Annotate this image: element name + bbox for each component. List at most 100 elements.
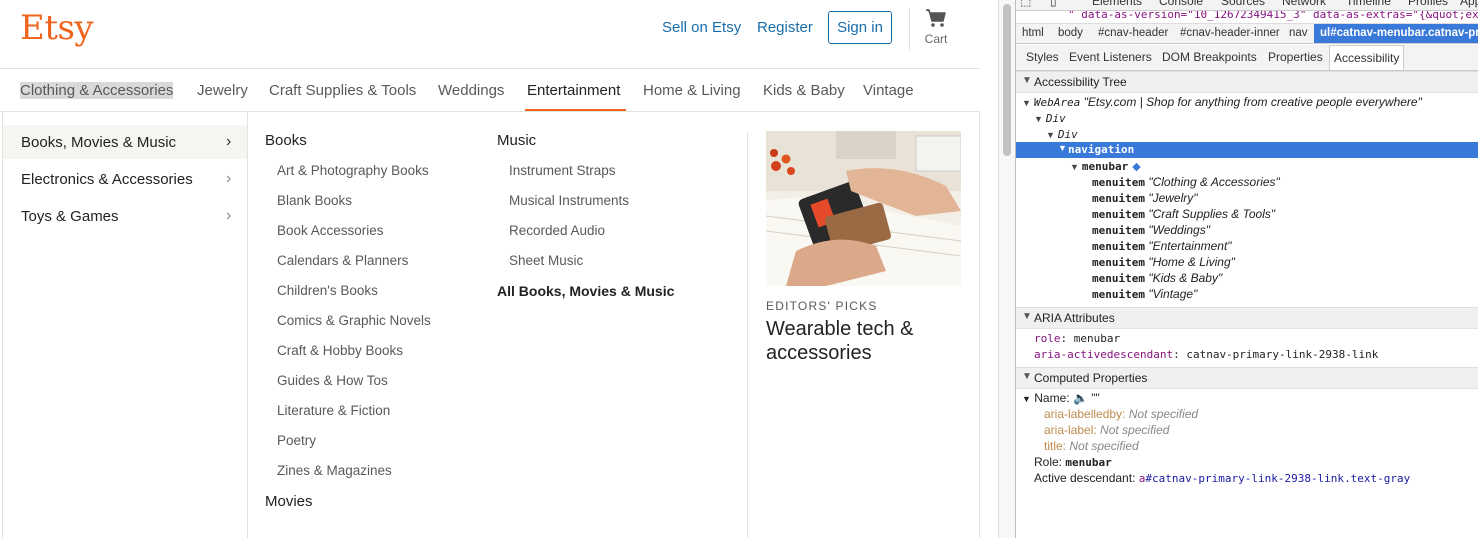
category-dropdown: Books, Movies & Music › Electronics & Ac… (2, 112, 980, 538)
computed-label-row: aria-label: Not specified (1044, 423, 1169, 437)
node-name: "Etsy.com | Shop for anything from creat… (1083, 95, 1422, 109)
subcat-electronics[interactable]: Electronics & Accessories › (3, 162, 247, 196)
music-link[interactable]: Instrument Straps (509, 163, 616, 178)
breadcrumb-cnav-header[interactable]: #cnav-header (1098, 27, 1168, 39)
music-link[interactable]: Musical Instruments (509, 193, 629, 208)
prop-value: menubar (1065, 456, 1112, 469)
cat-entertainment[interactable]: Entertainment (527, 82, 620, 99)
aria-key: aria-activedescendant (1034, 348, 1174, 361)
music-heading[interactable]: Music (497, 132, 536, 149)
music-link[interactable]: Recorded Audio (509, 223, 605, 238)
books-link[interactable]: Poetry (277, 433, 316, 448)
subtab-properties[interactable]: Properties (1268, 50, 1323, 64)
books-link[interactable]: Children's Books (277, 283, 378, 298)
tab-application[interactable]: App (1460, 0, 1478, 8)
etsy-logo[interactable]: Etsy (20, 8, 94, 48)
breadcrumb-cnav-header-inner[interactable]: #cnav-header-inner (1180, 27, 1280, 39)
subcat-books-movies-music[interactable]: Books, Movies & Music › (3, 125, 247, 159)
tree-node-menubar[interactable]: ▼ menubar ◆ (1070, 159, 1141, 173)
computed-name-row[interactable]: ▼ Name: 🔈 "" (1022, 391, 1100, 405)
node-role: Div (1057, 128, 1078, 141)
tab-console[interactable]: Console (1159, 0, 1203, 8)
cat-kids-baby[interactable]: Kids & Baby (763, 82, 845, 99)
device-icon[interactable]: ▯ (1050, 0, 1057, 8)
cat-home-living[interactable]: Home & Living (643, 82, 741, 99)
subcat-toys-games[interactable]: Toys & Games › (3, 199, 247, 233)
sell-on-etsy-link[interactable]: Sell on Etsy (662, 19, 741, 36)
breadcrumb-selected-ul[interactable]: ul#catnav-menubar.catnav-prim (1314, 24, 1478, 43)
prop-key: title: (1044, 439, 1067, 453)
tree-node-menuitem[interactable]: menuitem "Clothing & Accessories" (1092, 175, 1280, 189)
books-link[interactable]: Literature & Fiction (277, 403, 390, 418)
cat-weddings[interactable]: Weddings (438, 82, 504, 99)
cat-jewelry[interactable]: Jewelry (197, 82, 248, 99)
music-link[interactable]: Sheet Music (509, 253, 583, 268)
subtab-dom-breakpoints[interactable]: DOM Breakpoints (1162, 50, 1257, 64)
site-header: Etsy Sell on Etsy Register Sign in Cart (0, 0, 980, 69)
prop-value: Not specified (1128, 407, 1199, 421)
breadcrumb-body[interactable]: body (1058, 27, 1083, 39)
triangle-down-icon: ▼ (1022, 394, 1031, 404)
editors-pick-image[interactable] (766, 131, 961, 286)
books-link[interactable]: Calendars & Planners (277, 253, 408, 268)
breadcrumb-nav[interactable]: nav (1289, 27, 1308, 39)
books-heading[interactable]: Books (265, 132, 307, 149)
cat-vintage[interactable]: Vintage (863, 82, 914, 99)
subcategory-list: Books, Movies & Music › Electronics & Ac… (3, 112, 248, 538)
prop-key: aria-label: (1044, 423, 1097, 437)
tab-network[interactable]: Network (1282, 0, 1326, 8)
page-scrollbar[interactable] (998, 0, 1015, 538)
tree-node-webarea[interactable]: ▼ WebArea "Etsy.com | Shop for anything f… (1022, 95, 1422, 109)
all-books-movies-music-link[interactable]: All Books, Movies & Music (497, 283, 674, 299)
subtab-accessibility[interactable]: Accessibility (1329, 45, 1405, 70)
tree-node-div[interactable]: ▼ Div (1046, 127, 1078, 141)
node-name: "Entertainment" (1148, 239, 1232, 253)
computed-role-row: Role: menubar (1034, 455, 1112, 469)
sign-in-button[interactable]: Sign in (828, 11, 892, 44)
cat-craft-supplies[interactable]: Craft Supplies & Tools (269, 82, 416, 99)
prop-value: "" (1091, 391, 1100, 405)
tree-node-menuitem[interactable]: menuitem "Kids & Baby" (1092, 271, 1222, 285)
tree-node-navigation-selected[interactable]: ▼ navigation (1016, 142, 1478, 158)
books-link[interactable]: Art & Photography Books (277, 163, 429, 178)
tree-node-menuitem[interactable]: menuitem "Vintage" (1092, 287, 1197, 301)
books-link[interactable]: Comics & Graphic Novels (277, 313, 431, 328)
editors-picks-title[interactable]: Wearable tech & accessories (766, 317, 956, 365)
breadcrumb-html[interactable]: html (1022, 27, 1044, 39)
cart-button[interactable]: Cart (916, 8, 956, 46)
computed-properties-header[interactable]: ▼ Computed Properties (1016, 367, 1478, 389)
tree-node-menuitem[interactable]: menuitem "Weddings" (1092, 223, 1210, 237)
aria-activedescendant-row[interactable]: aria-activedescendant: catnav-primary-li… (1034, 348, 1378, 361)
triangle-down-icon: ▼ (1046, 130, 1055, 140)
aria-attributes-header[interactable]: ▼ ARIA Attributes (1016, 307, 1478, 329)
computed-active-descendant-row[interactable]: Active descendant: a#catnav-primary-link… (1034, 471, 1410, 485)
books-link[interactable]: Guides & How Tos (277, 373, 388, 388)
subtab-event-listeners[interactable]: Event Listeners (1069, 50, 1152, 64)
node-role: menuitem (1092, 288, 1145, 301)
tree-node-menuitem[interactable]: menuitem "Entertainment" (1092, 239, 1232, 253)
aria-role-row[interactable]: role: menubar (1034, 332, 1120, 345)
books-link[interactable]: Blank Books (277, 193, 352, 208)
tree-node-menuitem[interactable]: menuitem "Craft Supplies & Tools" (1092, 207, 1275, 221)
books-link[interactable]: Zines & Magazines (277, 463, 392, 478)
books-link[interactable]: Book Accessories (277, 223, 384, 238)
tab-sources[interactable]: Sources (1221, 0, 1265, 8)
tree-node-menuitem[interactable]: menuitem "Home & Living" (1092, 255, 1235, 269)
movies-heading[interactable]: Movies (265, 493, 313, 510)
tab-elements[interactable]: Elements (1092, 0, 1142, 8)
tree-node-div[interactable]: ▼ Div (1034, 111, 1066, 125)
aria-value: catnav-primary-link-2938-link (1186, 348, 1379, 361)
books-link[interactable]: Craft & Hobby Books (277, 343, 403, 358)
inspect-icon[interactable]: ⬚ (1020, 0, 1031, 8)
subtab-styles[interactable]: Styles (1026, 50, 1059, 64)
tree-node-menuitem[interactable]: menuitem "Jewelry" (1092, 191, 1198, 205)
triangle-down-icon: ▼ (1034, 114, 1043, 124)
cat-clothing-accessories[interactable]: Clothing & Accessories (20, 82, 174, 99)
scrollbar-thumb[interactable] (1003, 4, 1011, 156)
tab-timeline[interactable]: Timeline (1346, 0, 1391, 8)
accessibility-tree-header[interactable]: ▼ Accessibility Tree (1016, 71, 1478, 93)
node-role: menuitem (1092, 256, 1145, 269)
tab-profiles[interactable]: Profiles (1408, 0, 1448, 8)
prop-value: Not specified (1100, 423, 1170, 437)
register-link[interactable]: Register (757, 19, 813, 36)
